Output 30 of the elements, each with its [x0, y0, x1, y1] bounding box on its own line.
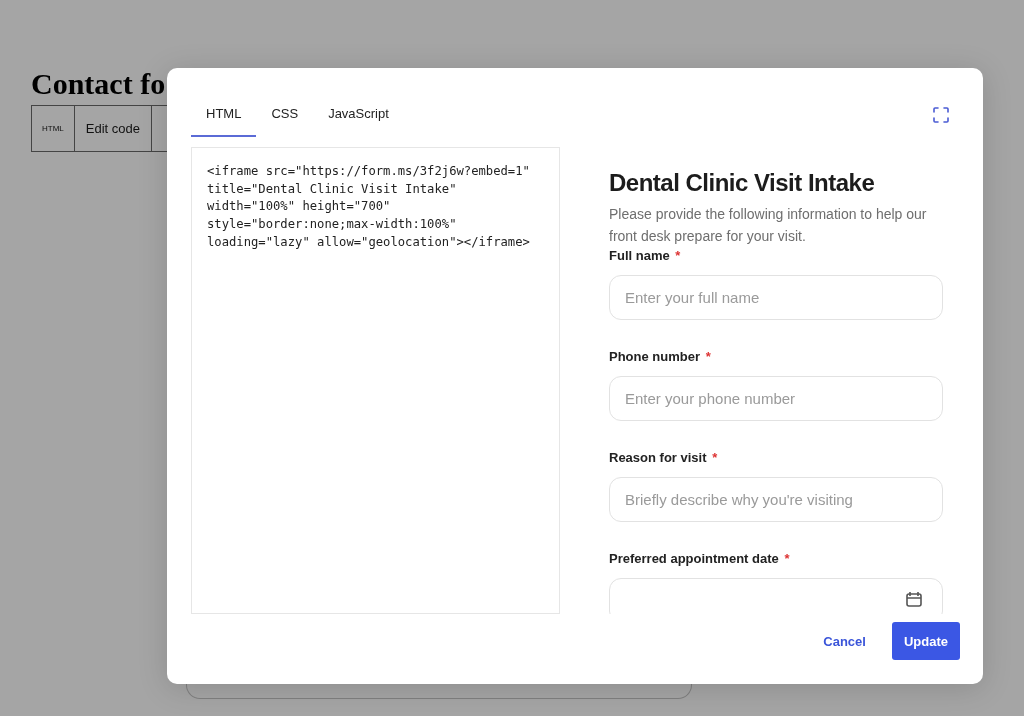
toolbar-button[interactable]: HTML: [31, 105, 75, 152]
required-asterisk: *: [675, 248, 681, 263]
field-label: Preferred appointment date: [609, 551, 779, 566]
form-title: Dental Clinic Visit Intake: [609, 168, 876, 198]
toolbar-button[interactable]: Edit code: [73, 105, 152, 152]
input-field[interactable]: Briefly describe why you're visiting: [609, 477, 943, 522]
date-field[interactable]: [609, 578, 943, 614]
calendar-icon: [906, 591, 922, 607]
form-description: Please provide the following information to help our front desk prepare for your visit.: [609, 205, 928, 246]
tab[interactable]: JavaScript: [313, 92, 404, 137]
field-label: Reason for visit: [609, 450, 707, 465]
tab[interactable]: HTML: [191, 92, 257, 137]
update-button[interactable]: Update: [891, 622, 960, 660]
tab[interactable]: CSS: [256, 92, 314, 137]
cancel-button[interactable]: Cancel: [811, 622, 878, 660]
code-editor[interactable]: <iframe src="https://form.ms/3f2j6w?embed=1" title="Dental Clinic Visit Intake" width="100%" height="700" style="border:none;max-width:100%" loading="lazy" allow="geolocation"></iframe>: [191, 147, 560, 614]
page-heading: Contact fo: [31, 66, 167, 102]
code-line: title="Dental Clinic Visit Intake": [207, 180, 458, 198]
input-field[interactable]: Enter your full name: [609, 275, 943, 320]
code-line: style="border:none;max-width:100%": [207, 216, 458, 234]
code-line: loading="lazy" allow="geolocation"></iframe>: [207, 233, 531, 251]
code-line: <iframe src="https://form.ms/3f2j6w?embed=1": [207, 163, 531, 180]
required-asterisk: *: [784, 551, 790, 566]
required-asterisk: *: [705, 349, 711, 364]
field-label: Full name: [609, 248, 670, 263]
field-label: Phone number: [609, 349, 700, 364]
required-asterisk: *: [712, 450, 718, 465]
code-line: width="100%" height="700": [207, 198, 392, 216]
fullscreen-icon[interactable]: [933, 107, 949, 123]
input-field[interactable]: Enter your phone number: [609, 376, 943, 421]
